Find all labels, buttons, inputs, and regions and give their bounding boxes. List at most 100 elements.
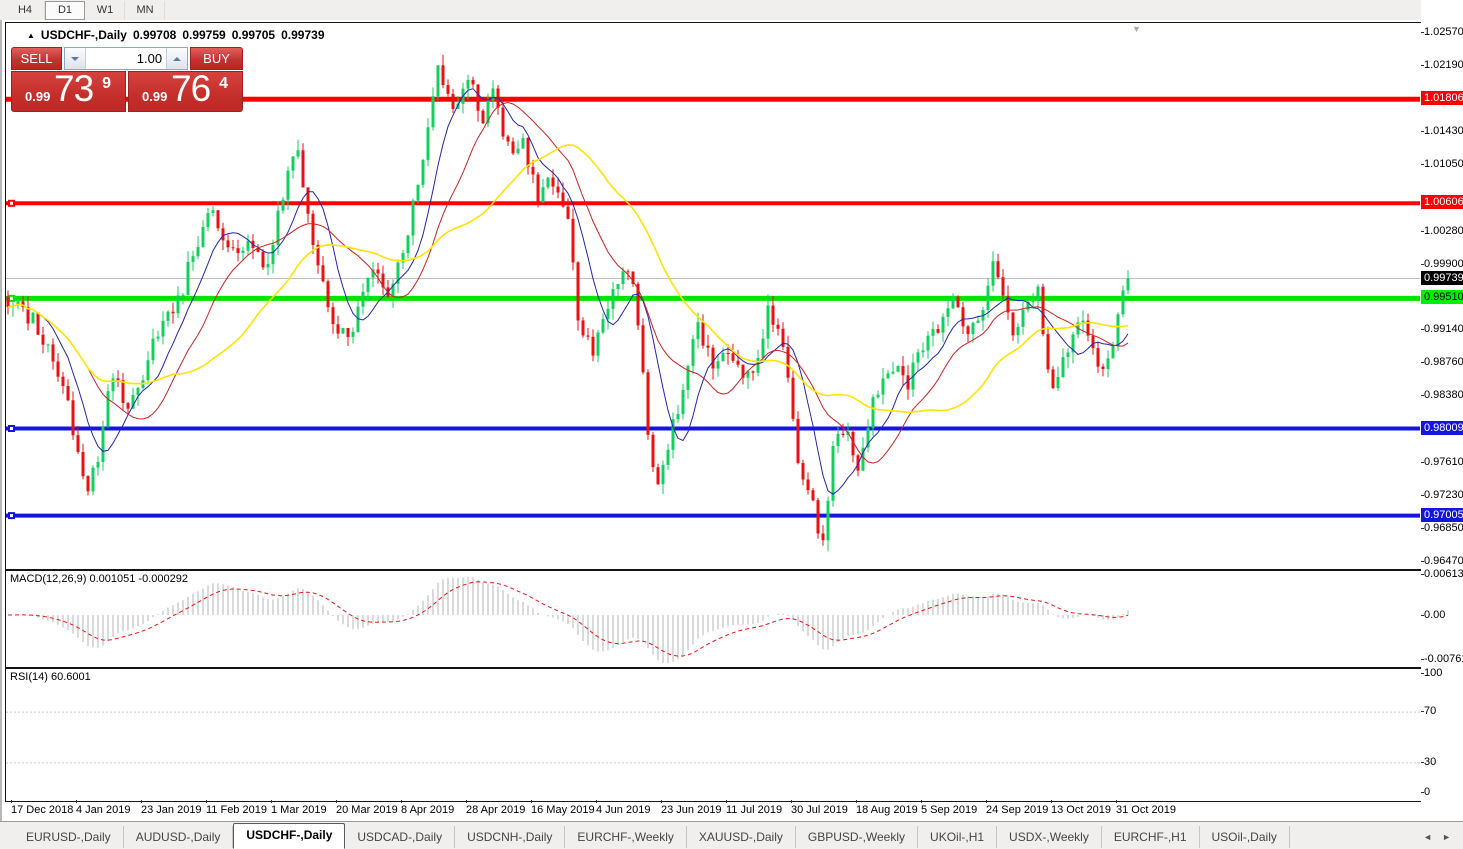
chart-tab-eurchf-h1[interactable]: EURCHF-,H1 bbox=[1102, 826, 1200, 848]
chart-tab-xauusd-daily[interactable]: XAUUSD-,Daily bbox=[687, 826, 796, 848]
rsi-plot bbox=[6, 669, 1420, 799]
macd-label: MACD(12,26,9) 0.001051 -0.000292 bbox=[10, 573, 188, 585]
ohlc-close: 0.99739 bbox=[281, 28, 324, 42]
chart-tab-bar: EURUSD-,DailyAUDUSD-,DailyUSDCHF-,DailyU… bbox=[0, 821, 1463, 849]
lot-size-spinner bbox=[64, 47, 188, 70]
buy-price-pip-digit: 4 bbox=[219, 75, 228, 93]
price-tick: 1.02190 bbox=[1424, 59, 1463, 72]
date-label: 18 Aug 2019 bbox=[856, 804, 918, 816]
collapse-panel-icon[interactable]: ▲ bbox=[27, 31, 35, 40]
chart-tab-ukoil-h1[interactable]: UKOil-,H1 bbox=[918, 826, 997, 848]
price-tick: 1.01050 bbox=[1424, 158, 1463, 171]
ohlc-open: 0.99708 bbox=[133, 28, 176, 42]
price-tick: 0.99900 bbox=[1424, 258, 1463, 271]
tab-scroll-controls: ◄ ► bbox=[1423, 832, 1463, 849]
date-label: 23 Jun 2019 bbox=[661, 804, 722, 816]
lot-size-input[interactable] bbox=[86, 48, 166, 69]
price-tick: 0.96850 bbox=[1424, 522, 1463, 535]
chart-tab-eurchf-weekly[interactable]: EURCHF-,Weekly bbox=[565, 826, 686, 848]
price-tick: 0.97230 bbox=[1424, 489, 1463, 502]
date-label: 8 Apr 2019 bbox=[401, 804, 454, 816]
date-label: 28 Apr 2019 bbox=[466, 804, 525, 816]
macd-tick: 0.00613 bbox=[1424, 568, 1463, 581]
price-level-badge[interactable]: 0.97005 bbox=[1421, 508, 1463, 522]
trading-platform-window: H4D1W1MN ▲ USDCHF-,Daily 0.99708 0.99759… bbox=[0, 0, 1463, 849]
triangle-down-icon bbox=[71, 57, 79, 61]
date-label: 11 Feb 2019 bbox=[206, 804, 267, 816]
tab-scroll-left-icon[interactable]: ◄ bbox=[1423, 832, 1432, 842]
date-label: 31 Oct 2019 bbox=[1116, 804, 1176, 816]
timeframe-button-d1[interactable]: D1 bbox=[45, 1, 85, 20]
price-tick: 0.96470 bbox=[1424, 555, 1463, 568]
buy-price-prefix: 0.99 bbox=[142, 89, 167, 104]
date-label: 11 Jul 2019 bbox=[726, 804, 782, 816]
ohlc-low: 0.99705 bbox=[232, 28, 275, 42]
price-tick: 1.02570 bbox=[1424, 26, 1463, 39]
timeframe-button-h4[interactable]: H4 bbox=[5, 1, 45, 20]
buy-price-tile[interactable]: 0.99 76 4 bbox=[128, 71, 243, 112]
price-tick: 0.98760 bbox=[1424, 356, 1463, 369]
price-axis[interactable]: 1.02570 1.02190 1.01430 1.01050 1.00280 0.999… bbox=[1421, 0, 1463, 849]
chart-tab-list: EURUSD-,DailyAUDUSD-,DailyUSDCHF-,DailyU… bbox=[0, 822, 1423, 849]
timeframe-button-mn[interactable]: MN bbox=[125, 1, 165, 20]
buy-price-big-digits: 76 bbox=[171, 68, 210, 110]
date-label: 13 Oct 2019 bbox=[1051, 804, 1111, 816]
date-axis: 17 Dec 20184 Jan 2019 23 Jan 2019 11 Feb 2… bbox=[5, 800, 1421, 820]
price-tick: 1.00280 bbox=[1424, 225, 1463, 238]
macd-indicator-pane[interactable]: MACD(12,26,9) 0.001051 -0.000292 bbox=[5, 570, 1423, 668]
date-label: 16 May 2019 bbox=[531, 804, 595, 816]
chart-tab-usdcad-daily[interactable]: USDCAD-,Daily bbox=[345, 826, 455, 848]
chart-shift-marker-icon[interactable]: ▼ bbox=[1132, 24, 1141, 34]
price-level-badge[interactable]: 1.01806 bbox=[1421, 91, 1463, 105]
sell-button[interactable]: SELL bbox=[11, 47, 62, 70]
chart-tab-usdchf-daily[interactable]: USDCHF-,Daily bbox=[233, 823, 345, 849]
date-label: 4 Jan 2019 bbox=[76, 804, 130, 816]
rsi-tick: 100 bbox=[1424, 667, 1442, 680]
price-level-badge[interactable]: 0.98009 bbox=[1421, 421, 1463, 435]
rsi-tick: 0 bbox=[1424, 786, 1430, 799]
date-label: 17 Dec 2018 bbox=[11, 804, 73, 816]
price-tick: 0.97610 bbox=[1424, 456, 1463, 469]
chart-tab-audusd-daily[interactable]: AUDUSD-,Daily bbox=[124, 826, 234, 848]
date-label: 30 Jul 2019 bbox=[791, 804, 848, 816]
chart-tab-eurusd-daily[interactable]: EURUSD-,Daily bbox=[14, 826, 124, 848]
ohlc-high: 0.99759 bbox=[182, 28, 225, 42]
price-tick: 1.01430 bbox=[1424, 125, 1463, 138]
date-label: 23 Jan 2019 bbox=[141, 804, 202, 816]
lot-decrease-button[interactable] bbox=[65, 48, 86, 69]
price-level-badge[interactable]: 0.99510 bbox=[1421, 290, 1463, 304]
chart-tab-usdcnh-daily[interactable]: USDCNH-,Daily bbox=[455, 826, 565, 848]
price-chart-pane[interactable]: ▲ USDCHF-,Daily 0.99708 0.99759 0.99705 … bbox=[5, 22, 1423, 570]
timeframe-button-w1[interactable]: W1 bbox=[85, 1, 125, 20]
sell-price-tile[interactable]: 0.99 73 9 bbox=[11, 71, 126, 112]
timeframe-toolbar: H4D1W1MN bbox=[0, 0, 1463, 21]
rsi-label: RSI(14) 60.6001 bbox=[10, 671, 91, 683]
chart-tab-gbpusd-weekly[interactable]: GBPUSD-,Weekly bbox=[796, 826, 918, 848]
sell-price-prefix: 0.99 bbox=[25, 89, 50, 104]
chart-tab-usdx-weekly[interactable]: USDX-,Weekly bbox=[997, 826, 1102, 848]
macd-tick: -0.007612 bbox=[1424, 653, 1463, 666]
lot-increase-button[interactable] bbox=[166, 48, 187, 69]
sell-price-pip-digit: 9 bbox=[102, 75, 111, 93]
date-label: 20 Mar 2019 bbox=[336, 804, 398, 816]
chart-title: ▲ USDCHF-,Daily 0.99708 0.99759 0.99705 … bbox=[27, 28, 325, 42]
price-level-badge[interactable]: 1.00606 bbox=[1421, 195, 1463, 209]
sell-price-big-digits: 73 bbox=[54, 68, 93, 110]
date-label: 4 Jun 2019 bbox=[596, 804, 650, 816]
one-click-trading-panel: SELL BUY 0.99 73 9 0.99 bbox=[11, 47, 243, 112]
chart-window: ▲ USDCHF-,Daily 0.99708 0.99759 0.99705 … bbox=[0, 20, 1463, 822]
rsi-tick: 70 bbox=[1424, 705, 1436, 718]
macd-tick: 0.00 bbox=[1424, 609, 1445, 622]
macd-plot bbox=[6, 571, 1420, 665]
price-tick: 0.98380 bbox=[1424, 389, 1463, 402]
tab-scroll-right-icon[interactable]: ► bbox=[1442, 832, 1451, 842]
price-tick: 0.99140 bbox=[1424, 323, 1463, 336]
chart-tab-usoil-daily[interactable]: USOil-,Daily bbox=[1200, 826, 1290, 848]
date-label: 24 Sep 2019 bbox=[986, 804, 1048, 816]
rsi-tick: 30 bbox=[1424, 756, 1436, 769]
rsi-indicator-pane[interactable]: RSI(14) 60.6001 bbox=[5, 668, 1423, 802]
symbol-period-label: USDCHF-,Daily bbox=[41, 28, 127, 42]
price-level-badge[interactable]: 0.99739 bbox=[1421, 271, 1463, 285]
buy-button[interactable]: BUY bbox=[190, 47, 243, 70]
date-label: 1 Mar 2019 bbox=[271, 804, 327, 816]
